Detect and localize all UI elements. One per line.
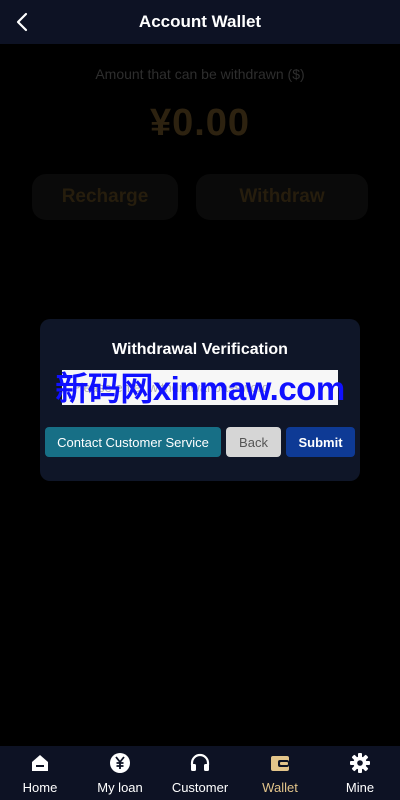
home-icon [32,755,48,771]
contact-customer-service-button[interactable]: Contact Customer Service [45,427,221,457]
app-header: Account Wallet [0,0,400,44]
recharge-button[interactable]: Recharge [32,174,178,220]
tab-label: Wallet [262,780,298,795]
yen-coin-icon [110,753,130,773]
tab-wallet[interactable]: Wallet [240,746,320,800]
bottom-tab-bar: Home My loan Customer Wallet Mine [0,746,400,800]
withdrawal-verification-dialog: Withdrawal Verification 新码网xinmaw.com Co… [40,319,360,481]
gear-icon [350,753,370,773]
tab-label: Customer [171,780,229,795]
tab-label: My loan [97,780,143,795]
tab-label: Home [22,780,58,795]
tab-label: Mine [345,780,375,795]
withdrawable-amount-value: ¥0.00 [149,102,251,144]
withdraw-button[interactable]: Withdraw [196,174,368,220]
tab-my-loan[interactable]: My loan [80,746,160,800]
tab-home[interactable]: Home [0,746,80,800]
withdrawable-amount-label: Amount that can be withdrawn ($) [95,66,305,82]
wallet-icon [271,756,289,771]
dialog-title: Withdrawal Verification [112,341,288,358]
tab-mine[interactable]: Mine [320,746,400,800]
back-button[interactable] [10,10,34,34]
page-title: Account Wallet [138,12,262,31]
back-dialog-button[interactable]: Back [226,427,281,457]
withdrawal-password-input[interactable] [62,370,338,405]
chevron-left-icon [16,12,28,32]
headset-icon [190,753,210,771]
tab-customer[interactable]: Customer [160,746,240,800]
submit-button[interactable]: Submit [286,427,355,457]
